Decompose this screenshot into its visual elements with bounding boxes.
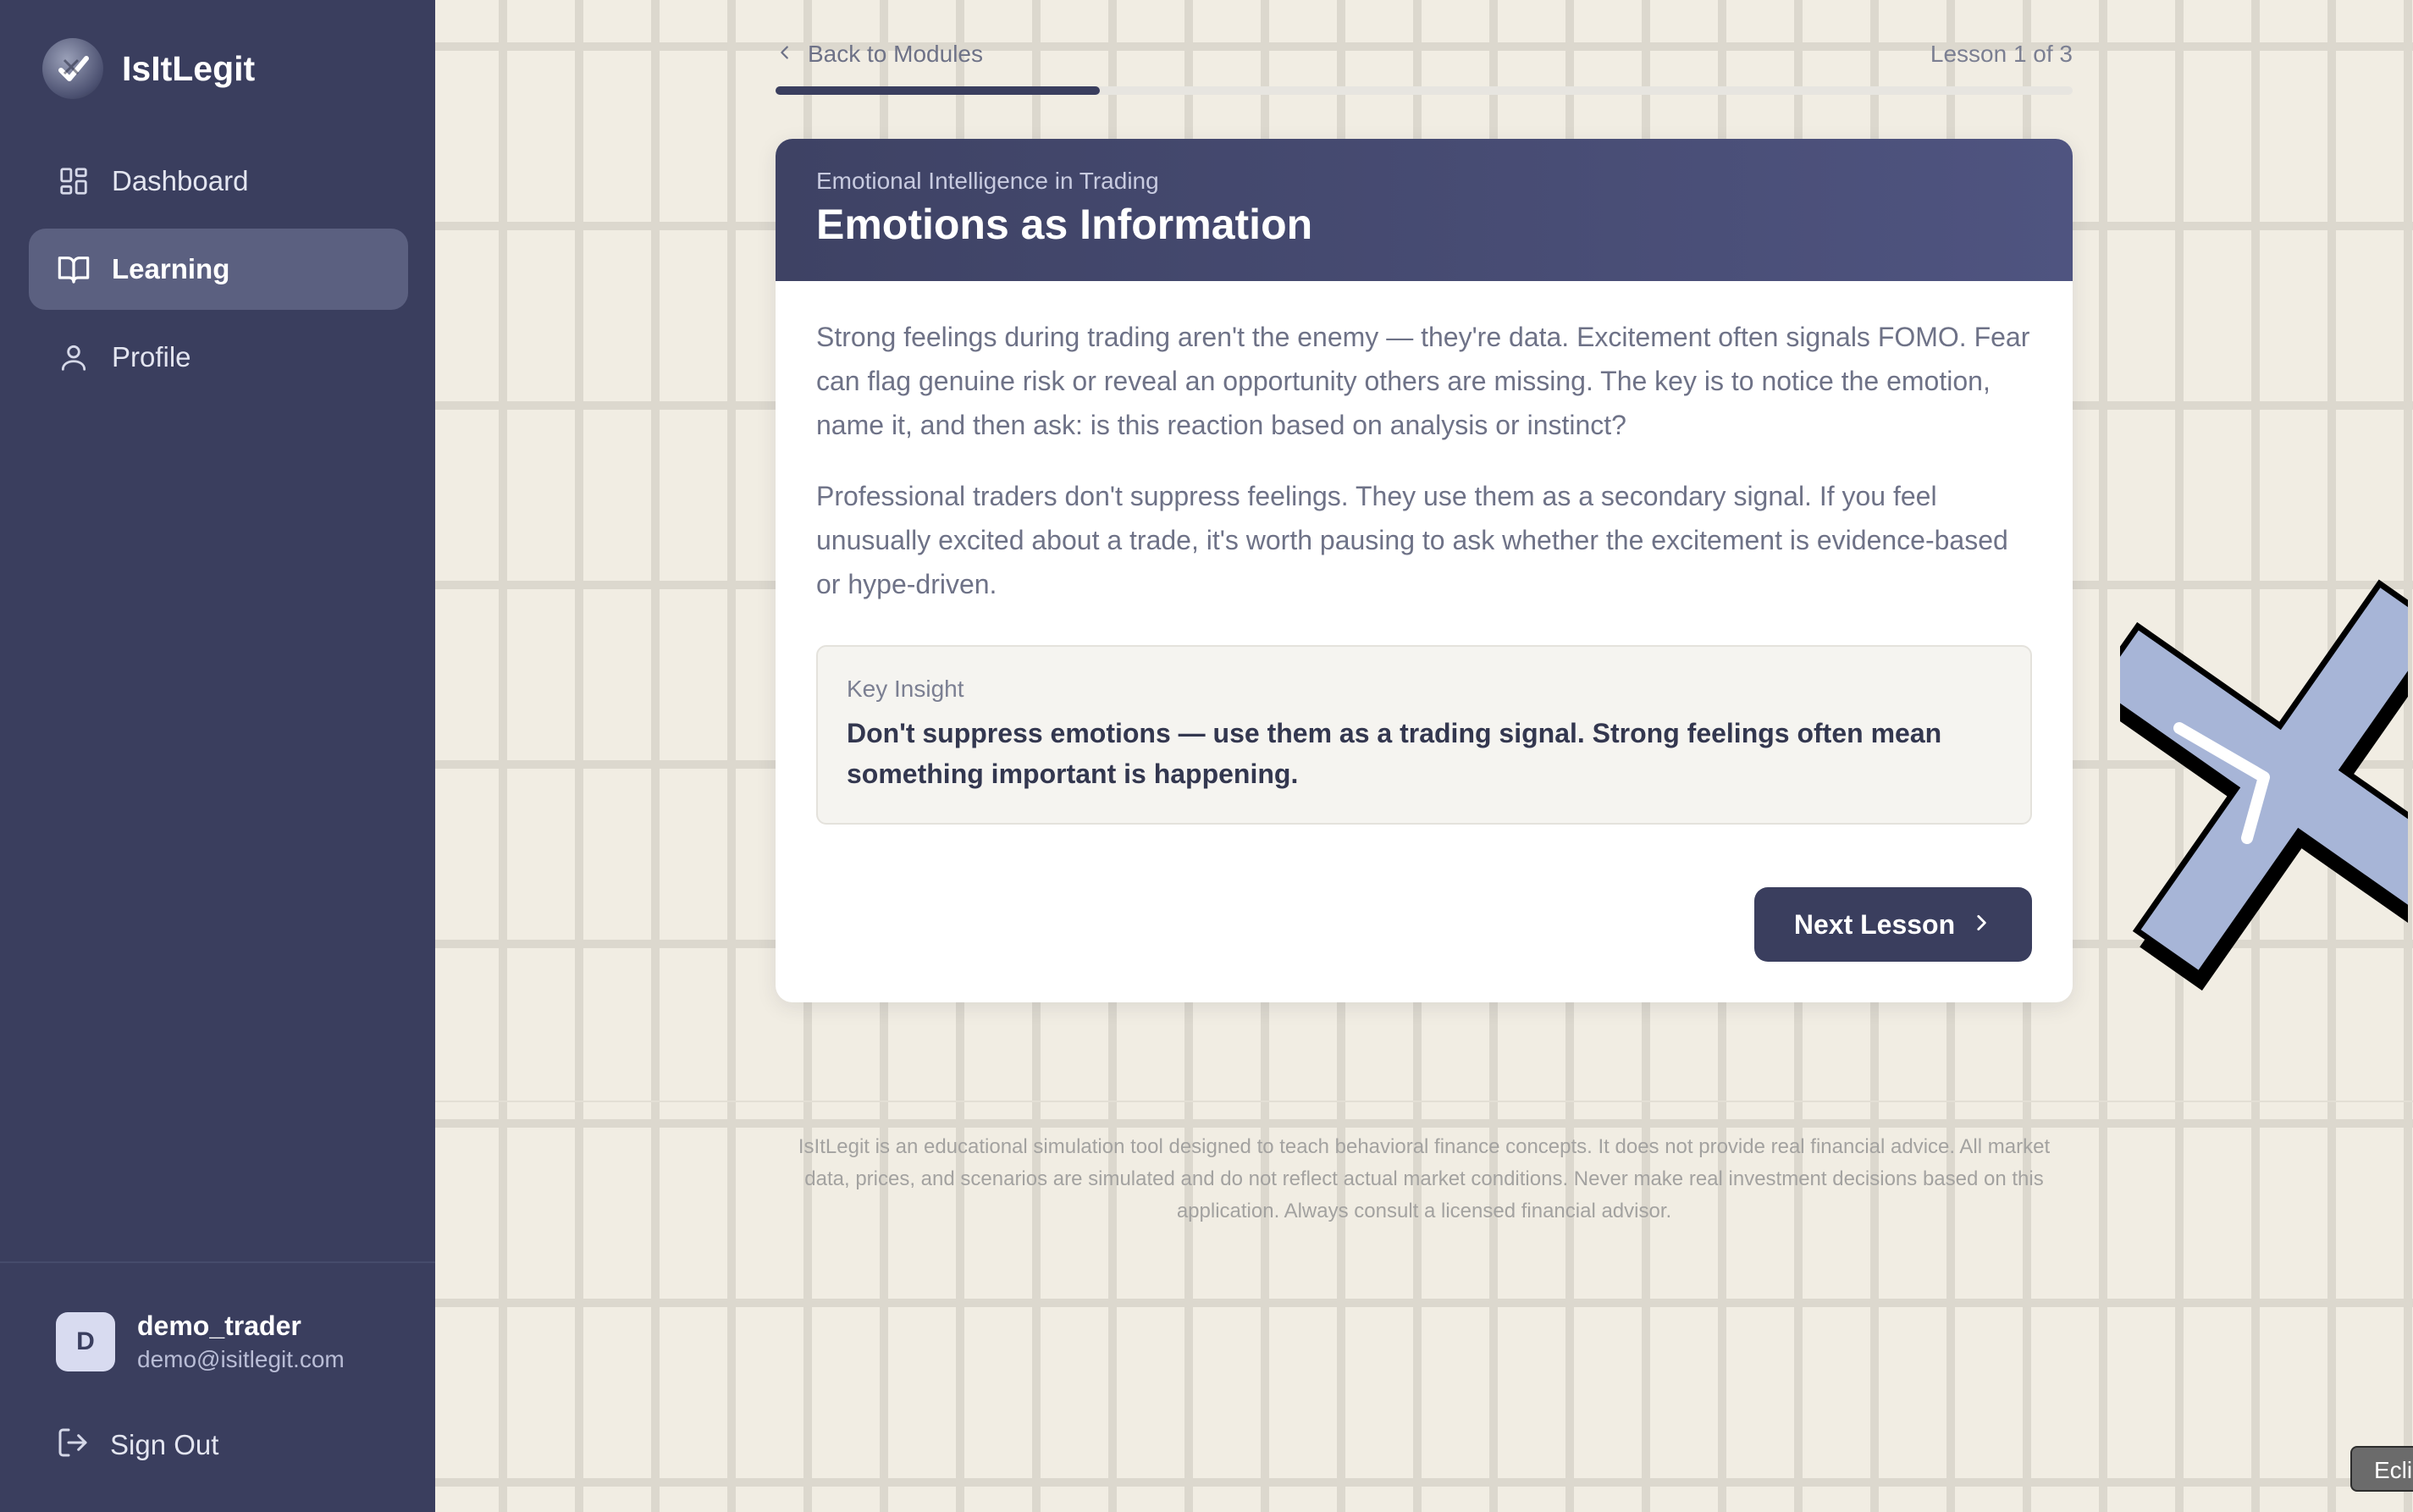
sidebar-divider <box>0 1261 435 1263</box>
lesson-card: Emotional Intelligence in Trading Emotio… <box>776 139 2073 1002</box>
chevron-right-icon <box>1970 909 1992 941</box>
dashboard-grid-icon <box>56 163 91 199</box>
sidebar-item-profile[interactable]: Profile <box>29 317 408 398</box>
key-insight-label: Key Insight <box>847 676 964 702</box>
brand-logo-icon <box>42 38 103 99</box>
next-lesson-label: Next Lesson <box>1793 908 1956 940</box>
brand[interactable]: IsItLegit <box>42 38 255 99</box>
lesson-progress-bar <box>776 86 2073 95</box>
sidebar-item-label: Learning <box>112 253 230 284</box>
chevron-left-icon <box>776 41 794 68</box>
open-book-icon <box>56 251 91 287</box>
disclaimer-text: IsItLegit is an educational simulation t… <box>798 1135 2051 1222</box>
avatar: D <box>56 1312 115 1371</box>
user-name: demo_trader <box>137 1311 301 1341</box>
lesson-card-body: Strong feelings during trading aren't th… <box>776 281 2073 825</box>
key-insight-text: Don't suppress emotions — use them as a … <box>847 718 1942 789</box>
next-lesson-button[interactable]: Next Lesson <box>1754 887 2032 962</box>
sidebar-item-label: Profile <box>112 341 191 372</box>
tooltip: Ecli <box>2350 1446 2413 1492</box>
user-block: D demo_trader demo@isitlegit.com <box>56 1308 345 1376</box>
lesson-progress-fill <box>776 86 1100 95</box>
user-icon <box>56 339 91 375</box>
lesson-paragraph: Professional traders don't suppress feel… <box>816 481 2008 599</box>
main-content: Back to Modules Lesson 1 of 3 Emotional … <box>435 0 2413 1512</box>
user-email: demo@isitlegit.com <box>137 1346 345 1372</box>
brand-name: IsItLegit <box>122 48 256 88</box>
sign-out-icon <box>56 1426 90 1464</box>
key-insight-box: Key Insight Don't suppress emotions — us… <box>816 645 2032 825</box>
lesson-counter: Lesson 1 of 3 <box>1930 41 2073 67</box>
sidebar-item-label: Dashboard <box>112 165 249 196</box>
sign-out-label: Sign Out <box>110 1428 219 1460</box>
sidebar-item-dashboard[interactable]: Dashboard <box>29 141 408 222</box>
footer-divider <box>435 1101 2413 1102</box>
decorative-x-shape-icon <box>2120 579 2408 991</box>
sign-out-button[interactable]: Sign Out <box>56 1426 218 1464</box>
lesson-topbar: Back to Modules Lesson 1 of 3 <box>776 41 2073 68</box>
lesson-title: Emotions as Information <box>816 201 1313 248</box>
back-to-modules-link[interactable]: Back to Modules <box>776 41 2073 68</box>
sidebar: IsItLegit Dashboard Learning Profile D d… <box>0 0 435 1512</box>
module-name: Emotional Intelligence in Trading <box>816 168 1159 194</box>
back-to-modules-label: Back to Modules <box>808 41 983 67</box>
lesson-card-header: Emotional Intelligence in Trading Emotio… <box>776 139 2073 281</box>
lesson-paragraph: Strong feelings during trading aren't th… <box>816 322 2030 440</box>
sidebar-item-learning[interactable]: Learning <box>29 229 408 310</box>
